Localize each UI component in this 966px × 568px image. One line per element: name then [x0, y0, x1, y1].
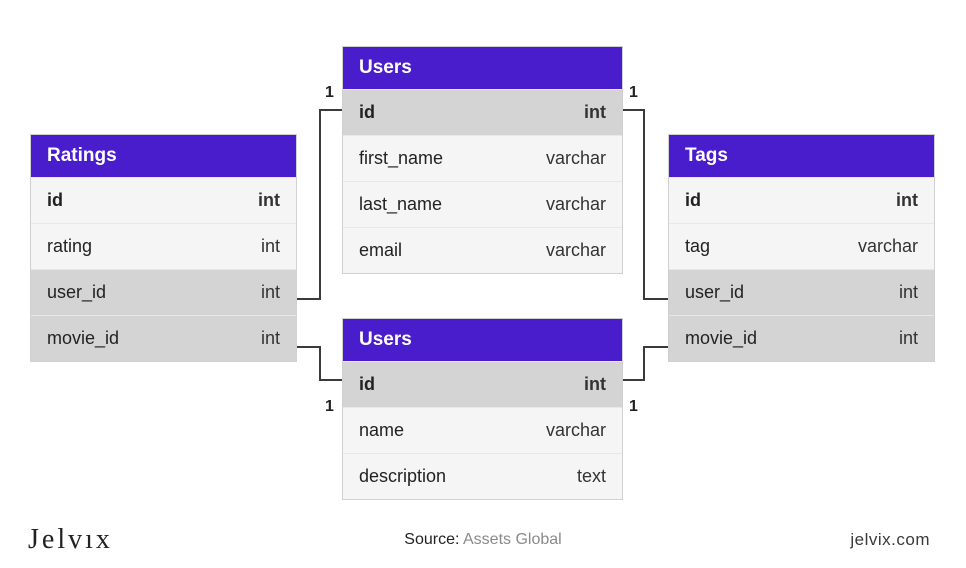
col-type: varchar	[546, 420, 606, 441]
table-row: id int	[669, 177, 934, 223]
col-name: last_name	[359, 194, 442, 215]
table-row: tag varchar	[669, 223, 934, 269]
col-name: id	[359, 102, 375, 123]
table-title: Users	[343, 47, 622, 89]
table-row: name varchar	[343, 407, 622, 453]
col-type: varchar	[546, 148, 606, 169]
col-type: int	[261, 328, 280, 349]
col-type: varchar	[858, 236, 918, 257]
col-name: user_id	[685, 282, 744, 303]
col-type: int	[261, 282, 280, 303]
col-name: tag	[685, 236, 710, 257]
source-value: Assets Global	[463, 531, 562, 548]
footer: Jelvıx Source: Assets Global jelvix.com	[0, 512, 966, 568]
cardinality-label: 1	[629, 84, 638, 102]
table-row: id int	[343, 89, 622, 135]
col-name: first_name	[359, 148, 443, 169]
col-name: id	[359, 374, 375, 395]
table-row: user_id int	[669, 269, 934, 315]
table-title: Tags	[669, 135, 934, 177]
source-credit: Source: Assets Global	[404, 531, 561, 549]
table-row: description text	[343, 453, 622, 499]
cardinality-label: 1	[325, 398, 334, 416]
table-users-bottom: Users id int name varchar description te…	[342, 318, 623, 500]
table-row: first_name varchar	[343, 135, 622, 181]
site-link: jelvix.com	[850, 530, 930, 550]
jelvix-logo: Jelvıx	[28, 524, 113, 556]
table-tags: Tags id int tag varchar user_id int movi…	[668, 134, 935, 362]
col-name: email	[359, 240, 402, 261]
col-name: description	[359, 466, 446, 487]
col-type: int	[261, 236, 280, 257]
table-row: movie_id int	[669, 315, 934, 361]
cardinality-label: 1	[325, 84, 334, 102]
table-row: last_name varchar	[343, 181, 622, 227]
table-row: id int	[343, 361, 622, 407]
col-type: int	[584, 374, 606, 395]
col-name: id	[685, 190, 701, 211]
table-ratings: Ratings id int rating int user_id int mo…	[30, 134, 297, 362]
table-row: email varchar	[343, 227, 622, 273]
table-row: movie_id int	[31, 315, 296, 361]
cardinality-label: 1	[629, 398, 638, 416]
table-row: id int	[31, 177, 296, 223]
col-type: int	[584, 102, 606, 123]
col-type: int	[899, 282, 918, 303]
col-type: int	[896, 190, 918, 211]
col-name: name	[359, 420, 404, 441]
table-users-top: Users id int first_name varchar last_nam…	[342, 46, 623, 274]
col-type: varchar	[546, 194, 606, 215]
col-type: int	[258, 190, 280, 211]
col-name: movie_id	[685, 328, 757, 349]
source-label: Source:	[404, 531, 459, 548]
col-type: varchar	[546, 240, 606, 261]
table-row: rating int	[31, 223, 296, 269]
table-title: Ratings	[31, 135, 296, 177]
table-row: user_id int	[31, 269, 296, 315]
col-name: movie_id	[47, 328, 119, 349]
er-diagram-canvas: Ratings id int rating int user_id int mo…	[0, 0, 966, 568]
col-type: text	[577, 466, 606, 487]
col-type: int	[899, 328, 918, 349]
table-title: Users	[343, 319, 622, 361]
col-name: user_id	[47, 282, 106, 303]
col-name: rating	[47, 236, 92, 257]
col-name: id	[47, 190, 63, 211]
